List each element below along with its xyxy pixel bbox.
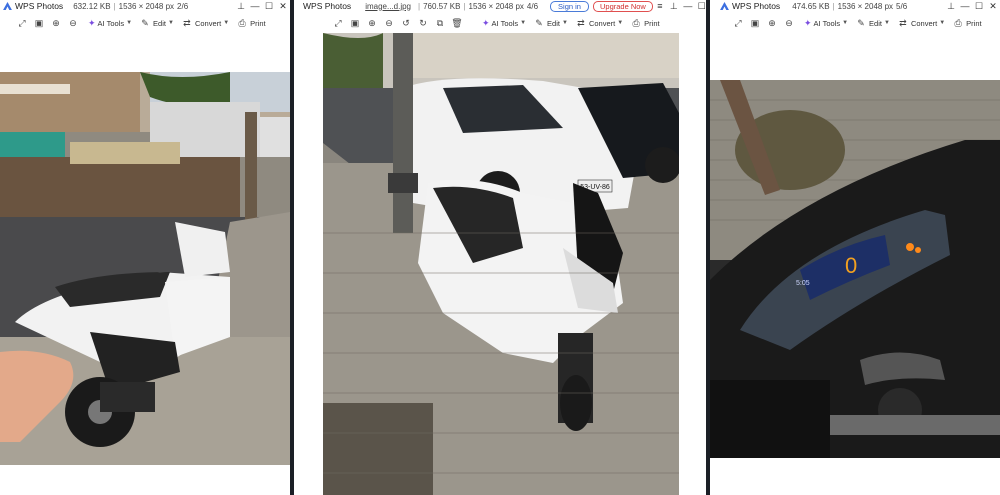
ai-tools-label: AI Tools: [97, 18, 125, 28]
printer-icon: ⎙: [954, 17, 962, 28]
convert-icon: ⇄: [577, 17, 585, 28]
convert-icon: ⇄: [899, 17, 907, 28]
maximize-button[interactable]: ☐: [262, 1, 276, 12]
upgrade-button[interactable]: Upgrade Now: [592, 0, 653, 12]
crop-icon[interactable]: ⧉: [434, 18, 446, 29]
printer-icon: ⎙: [238, 17, 246, 28]
pin-icon[interactable]: ⊥: [667, 1, 681, 12]
file-size: 632.12 KB: [73, 1, 111, 11]
photo-viewer-window-1: WPS Photos 632.12 KB | 1536 × 2048 px 2/6…: [0, 0, 290, 495]
zoom-out-icon[interactable]: ⊖: [383, 18, 395, 29]
photo-content-3: 0 5:05: [710, 80, 1000, 458]
sign-in-button[interactable]: Sign in: [550, 0, 589, 12]
convert-label: Convert: [588, 18, 616, 28]
dashboard-clock: 5:05: [796, 280, 810, 287]
photo-scooter-dashboard: 0 5:05: [710, 80, 1000, 458]
dashboard-speed: 0: [845, 253, 857, 278]
edit-icon: ✎: [535, 17, 543, 28]
pin-icon[interactable]: ⊥: [234, 1, 248, 12]
toolbar: ⤢ ▣ ⊕ ⊖ ✦ AI Tools ▼ ✎ Edit ▼ ⇄ Convert ▼ ⎙ Pri…: [710, 14, 1000, 32]
toolbar: ⤢ ▣ ⊕ ⊖ ✦ AI Tools ▼ ✎ Edit ▼ ⇄ Convert ▼ ⎙ Pri…: [0, 14, 290, 32]
app-name: WPS Photos: [15, 1, 64, 11]
page-counter: 4/6: [526, 1, 539, 11]
edit-label: Edit: [153, 18, 166, 28]
zoom-out-icon[interactable]: ⊖: [67, 18, 79, 29]
print-button[interactable]: ⎙ Print: [630, 17, 660, 29]
minimize-button[interactable]: —: [681, 1, 695, 11]
photo-scooter-street: [0, 72, 290, 465]
app-name: WPS Photos: [732, 1, 781, 11]
zoom-in-icon[interactable]: ⊕: [50, 18, 62, 29]
menu-icon[interactable]: ≡: [653, 1, 667, 11]
image-dimensions: 1536 × 2048 px: [118, 1, 175, 11]
page-counter: 5/6: [896, 1, 908, 11]
title-bar: WPS Photos 632.12 KB | 1536 × 2048 px 2/6…: [0, 0, 290, 12]
convert-menu[interactable]: ⇄ Convert ▼: [575, 18, 623, 29]
actual-size-icon[interactable]: ▣: [349, 18, 361, 29]
file-size: 760.57 KB: [423, 1, 461, 11]
zoom-in-icon[interactable]: ⊕: [766, 18, 778, 29]
maximize-button[interactable]: ☐: [972, 1, 986, 12]
photo-content-2: 53-UV-86: [323, 33, 679, 495]
ai-tools-label: AI Tools: [491, 18, 519, 28]
zoom-in-icon[interactable]: ⊕: [366, 18, 378, 29]
delete-icon[interactable]: 🗑: [451, 18, 463, 29]
image-dimensions: 1536 × 2048 px: [837, 1, 894, 11]
fullscreen-icon[interactable]: ⤢: [732, 18, 744, 29]
sparkle-icon: ✦: [482, 17, 490, 28]
toolbar: ⤢ ▣ ⊕ ⊖ ↺ ↻ ⧉ 🗑 ✦ AI Tools ▼ ✎ Edit ▼ ⇄ Conve…: [294, 14, 706, 32]
print-button[interactable]: ⎙ Print: [236, 17, 266, 29]
edit-menu[interactable]: ✎ Edit ▼: [533, 18, 568, 29]
actual-size-icon[interactable]: ▣: [749, 18, 761, 29]
rotate-right-icon[interactable]: ↻: [417, 18, 429, 29]
pin-icon[interactable]: ⊥: [944, 1, 958, 12]
print-label: Print: [966, 18, 982, 28]
ai-tools-label: AI Tools: [813, 18, 841, 28]
file-size: 474.65 KB: [792, 1, 830, 11]
print-button[interactable]: ⎙ Print: [952, 17, 982, 29]
convert-menu[interactable]: ⇄ Convert ▼: [181, 18, 229, 29]
print-label: Print: [644, 18, 660, 28]
image-dimensions: 1536 × 2048 px: [468, 1, 524, 11]
edit-menu[interactable]: ✎ Edit ▼: [139, 18, 174, 29]
actual-size-icon[interactable]: ▣: [33, 18, 45, 29]
convert-label: Convert: [194, 18, 222, 28]
wps-logo-icon: [3, 2, 12, 10]
sparkle-icon: ✦: [804, 17, 812, 28]
fullscreen-icon[interactable]: ⤢: [332, 18, 344, 29]
edit-label: Edit: [547, 18, 560, 28]
file-name-link[interactable]: image...d.jpg: [365, 2, 411, 11]
photo-scooter-parked: 53-UV-86: [323, 33, 679, 495]
title-bar: WPS Photos 474.65 KB | 1536 × 2048 px 5/6…: [710, 0, 1000, 12]
edit-icon: ✎: [141, 17, 149, 28]
minimize-button[interactable]: —: [958, 1, 972, 11]
convert-label: Convert: [910, 18, 938, 28]
ai-tools-menu[interactable]: ✦ AI Tools ▼: [804, 18, 848, 29]
wps-logo-icon: [720, 2, 729, 10]
photo-viewer-window-3: WPS Photos 474.65 KB | 1536 × 2048 px 5/6…: [710, 0, 1000, 495]
fullscreen-icon[interactable]: ⤢: [16, 18, 28, 29]
edit-label: Edit: [869, 18, 882, 28]
maximize-button[interactable]: ☐: [695, 1, 706, 12]
edit-icon: ✎: [857, 17, 865, 28]
minimize-button[interactable]: —: [248, 1, 262, 11]
edit-menu[interactable]: ✎ Edit ▼: [855, 18, 890, 29]
photo-content-1: [0, 72, 290, 465]
photo-viewer-window-2: WPS Photos image...d.jpg | 760.57 KB | 153…: [294, 0, 706, 495]
ai-tools-menu[interactable]: ✦ AI Tools ▼: [88, 18, 132, 29]
page-counter: 2/6: [177, 1, 189, 11]
title-bar: WPS Photos image...d.jpg | 760.57 KB | 153…: [294, 0, 706, 12]
sparkle-icon: ✦: [88, 17, 96, 28]
ai-tools-menu[interactable]: ✦ AI Tools ▼: [482, 18, 526, 29]
zoom-out-icon[interactable]: ⊖: [783, 18, 795, 29]
app-name: WPS Photos: [303, 1, 352, 11]
close-button[interactable]: ✕: [276, 1, 290, 12]
printer-icon: ⎙: [632, 17, 640, 28]
print-label: Print: [250, 18, 266, 28]
convert-menu[interactable]: ⇄ Convert ▼: [897, 18, 945, 29]
rotate-left-icon[interactable]: ↺: [400, 18, 412, 29]
convert-icon: ⇄: [183, 17, 191, 28]
close-button[interactable]: ✕: [986, 1, 1000, 12]
